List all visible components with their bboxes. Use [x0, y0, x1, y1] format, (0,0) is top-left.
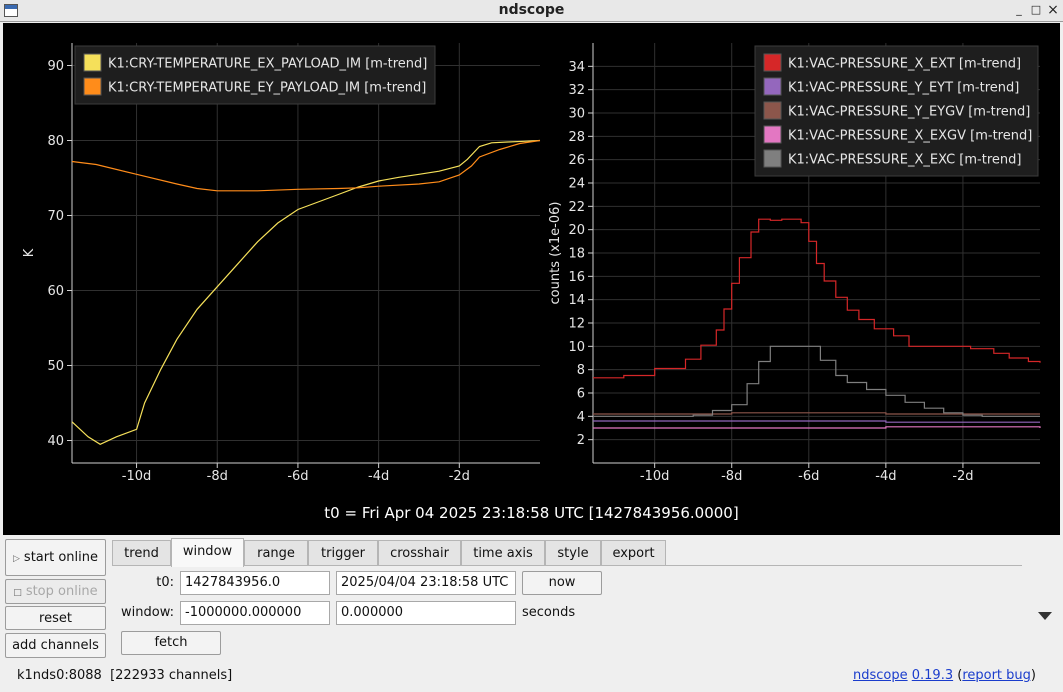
t0-gps-input[interactable]: 1427843956.0: [180, 571, 330, 595]
channel-count: [222933 channels]: [110, 668, 233, 683]
left-plot-ytick-label: 40: [47, 434, 64, 449]
left-plot-xtick-label: -6d: [287, 469, 308, 484]
right-plot-series-line: [593, 420, 1040, 423]
left-plot-legend-entry: K1:CRY-TEMPERATURE_EY_PAYLOAD_IM [m-tren…: [108, 81, 426, 96]
expand-arrow-icon[interactable]: [1038, 612, 1052, 620]
t0-date-input[interactable]: 2025/04/04 23:18:58 UTC: [336, 571, 516, 595]
add-channels-button[interactable]: add channels: [5, 633, 106, 658]
stop-online-button[interactable]: □ stop online: [5, 579, 106, 604]
right-plot-legend-swatch: [763, 125, 782, 144]
left-plot-ytick-label: 70: [47, 209, 64, 224]
right-plot-series-line: [593, 426, 1041, 429]
right-plot-ytick-label: 32: [568, 83, 585, 98]
left-plot-series-line: [71, 139, 541, 192]
right-plot-ytick-label: 22: [568, 200, 585, 215]
right-plot-ytick-label: 2: [577, 433, 585, 448]
right-plot-ylabel: counts (x1e-06): [548, 202, 563, 305]
left-plot-ytick-label: 90: [47, 59, 64, 74]
right-plot-legend-entry: K1:VAC-PRESSURE_X_EXT [m-trend]: [788, 57, 1021, 72]
right-plot-ytick-label: 26: [568, 153, 585, 168]
right-plot-ytick-label: 6: [577, 387, 585, 402]
right-plot-ytick-label: 20: [568, 223, 585, 238]
tab-time-axis[interactable]: time axis: [461, 540, 545, 566]
minimize-icon[interactable]: _: [1012, 3, 1026, 17]
right-plot-ytick-label: 14: [568, 293, 585, 308]
fetch-button[interactable]: fetch: [121, 631, 221, 655]
right-plot-legend-swatch: [763, 53, 782, 72]
close-icon[interactable]: ×: [1046, 3, 1060, 17]
right-plot-legend-entry: K1:VAC-PRESSURE_Y_EYT [m-trend]: [788, 81, 1019, 96]
left-plot-ytick-label: 50: [47, 359, 64, 374]
t0-label: t0 = Fri Apr 04 2025 23:18:58 UTC [14278…: [324, 504, 739, 522]
left-plot-series-line: [71, 139, 541, 445]
right-plot-legend-entry: K1:VAC-PRESSURE_X_EXC [m-trend]: [788, 153, 1021, 168]
right-plot-ytick-label: 8: [577, 363, 585, 378]
window-start-input[interactable]: -1000000.000000: [180, 601, 330, 625]
ndscope-link[interactable]: ndscope: [853, 668, 908, 683]
title-bar: ndscope _ □ ×: [0, 0, 1063, 22]
tab-trend[interactable]: trend: [112, 540, 171, 566]
left-plot-ylabel: K: [22, 248, 37, 257]
left-plot-xtick-label: -2d: [449, 469, 470, 484]
right-plot-legend-swatch: [763, 101, 782, 120]
right-plot-legend-swatch: [763, 149, 782, 168]
right-plot-xtick-label: -6d: [798, 469, 819, 484]
right-plot-ytick-label: 34: [568, 60, 585, 75]
right-plot-ytick-label: 18: [568, 247, 585, 262]
right-plot-series-line: [593, 345, 1040, 417]
window-end-input[interactable]: 0.000000: [336, 601, 516, 625]
plot-area[interactable]: 40 50 60 70 80 90 -10d -8d -6d -4d -2d K K1:CRY-TEMP…: [3, 23, 1060, 535]
right-plot-ytick-label: 28: [568, 130, 585, 145]
right-plot-legend-entry: K1:VAC-PRESSURE_X_EXGV [m-trend]: [788, 129, 1032, 144]
tab-crosshair[interactable]: crosshair: [378, 540, 461, 566]
right-plot-xtick-label: -4d: [875, 469, 896, 484]
tab-trigger[interactable]: trigger: [308, 540, 378, 566]
status-server: k1nds0:8088 [222933 channels]: [17, 668, 232, 683]
left-plot-ytick-label: 80: [47, 134, 64, 149]
right-plot-series-line: [593, 218, 1041, 379]
seconds-label: seconds: [522, 605, 576, 620]
window-title: ndscope: [498, 2, 565, 18]
right-plot-xtick-label: -8d: [721, 469, 742, 484]
right-plot-ytick-label: 16: [568, 270, 585, 285]
right-plot-ytick-label: 30: [568, 107, 585, 122]
window-field-label: window:: [121, 605, 174, 620]
tab-range[interactable]: range: [244, 540, 308, 566]
right-plot-ytick-label: 4: [577, 410, 585, 425]
plots-canvas[interactable]: 40 50 60 70 80 90 -10d -8d -6d -4d -2d K K1:CRY-TEMP…: [3, 23, 1060, 501]
right-plot-xtick-label: -2d: [952, 469, 973, 484]
left-plot-legend-swatch: [83, 53, 102, 72]
right-plot-legend-swatch: [763, 77, 782, 96]
left-plot-legend-entry: K1:CRY-TEMPERATURE_EX_PAYLOAD_IM [m-tren…: [108, 57, 427, 72]
left-plot-legend-swatch: [83, 77, 102, 96]
stop-icon: □: [13, 588, 22, 598]
reset-button[interactable]: reset: [5, 606, 106, 630]
tab-export[interactable]: export: [601, 540, 666, 566]
report-bug-link[interactable]: report bug: [962, 668, 1031, 683]
right-plot-ytick-label: 12: [568, 317, 585, 332]
left-plot-xtick-label: -8d: [207, 469, 228, 484]
maximize-icon[interactable]: □: [1029, 3, 1043, 17]
start-online-label: start online: [23, 550, 98, 565]
stop-online-label: stop online: [25, 584, 98, 599]
right-plot-legend-entry: K1:VAC-PRESSURE_Y_EYGV [m-trend]: [788, 105, 1030, 120]
version-link[interactable]: 0.19.3: [912, 668, 953, 683]
now-button[interactable]: now: [522, 571, 602, 595]
right-plot-xtick-label: -10d: [640, 469, 670, 484]
paren-close: ): [1030, 668, 1036, 683]
server-address: k1nds0:8088: [17, 668, 102, 683]
tab-window[interactable]: window: [171, 538, 244, 567]
left-plot-xtick-label: -10d: [122, 469, 152, 484]
t0-field-label: t0:: [156, 575, 174, 590]
right-plot-ytick-label: 10: [568, 340, 585, 355]
left-plot-xtick-label: -4d: [368, 469, 389, 484]
status-version: ndscope 0.19.3 (report bug): [853, 668, 1036, 683]
right-plot-ytick-label: 24: [568, 177, 585, 192]
left-plot-ytick-label: 60: [47, 284, 64, 299]
right-plot-series-line: [593, 412, 1040, 415]
start-online-button[interactable]: ▷ start online: [5, 539, 106, 576]
tab-style[interactable]: style: [545, 540, 601, 566]
play-icon: ▷: [13, 554, 20, 564]
